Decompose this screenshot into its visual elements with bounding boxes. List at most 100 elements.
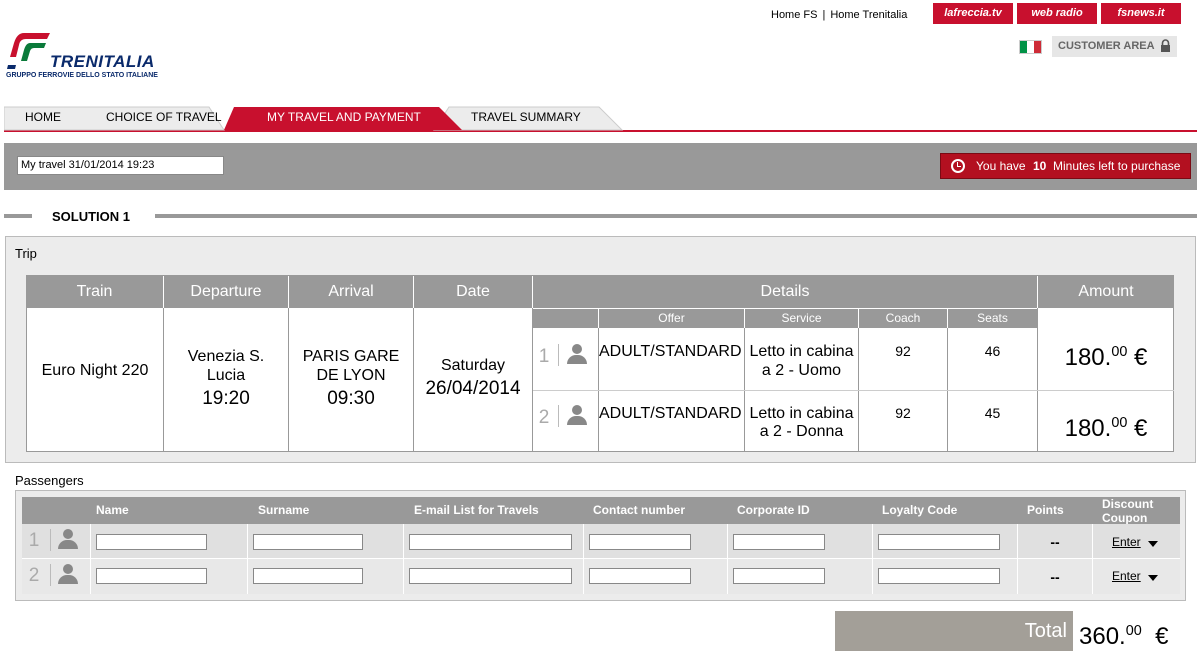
person-icon: [57, 528, 79, 550]
train-header: Train: [26, 275, 163, 308]
divider: [872, 524, 873, 594]
timer-minutes: 10: [1033, 159, 1047, 173]
corporate-id-input[interactable]: [733, 534, 825, 550]
surname-input[interactable]: [253, 568, 363, 584]
divider: [155, 214, 1197, 218]
tab-travel-summary[interactable]: TRAVEL SUMMARY: [471, 105, 581, 130]
total-amount: 360.00 €: [1073, 611, 1185, 651]
link-separator: |: [822, 9, 826, 21]
details-header: Details: [533, 275, 1037, 308]
loyalty-code-input[interactable]: [878, 534, 1000, 550]
detail-seats: 45: [984, 405, 1001, 421]
solution-title: SOLUTION 1: [52, 209, 131, 224]
divider: [50, 564, 51, 586]
tab-my-travel-and-payment[interactable]: MY TRAVEL AND PAYMENT: [267, 105, 421, 130]
timer-prefix: You have: [976, 159, 1026, 173]
departure-station-1: Venezia S.: [187, 348, 265, 365]
divider: [727, 524, 728, 594]
arrival-time: 09:30: [327, 388, 375, 409]
surname-input[interactable]: [253, 534, 363, 550]
tab-choice-of-travel[interactable]: CHOICE OF TRAVEL: [106, 105, 222, 130]
points-value: --: [1050, 569, 1060, 585]
divider: [22, 558, 1180, 559]
customer-area-button[interactable]: CUSTOMER AREA: [1052, 36, 1177, 57]
step-tabs: HOME CHOICE OF TRAVEL MY TRAVEL AND PAYM…: [4, 105, 1197, 132]
trip-label: Trip: [15, 246, 37, 261]
clock-icon: [951, 159, 965, 173]
date-day: Saturday: [440, 357, 506, 374]
divider: [558, 344, 559, 366]
discount-header-1: Discount: [1102, 497, 1154, 511]
divider: [50, 529, 51, 551]
divider: [1092, 524, 1093, 594]
tab-home[interactable]: HOME: [25, 105, 61, 130]
train-name: Euro Night 220: [41, 362, 149, 379]
arrival-header: Arrival: [289, 275, 413, 308]
detail-service-1: Letto in cabina: [749, 405, 854, 422]
web-radio-button[interactable]: web radio: [1017, 3, 1097, 24]
passenger-number: 2: [28, 565, 40, 586]
surname-header: Surname: [258, 503, 310, 517]
detail-service-2: a 2 - Donna: [759, 423, 844, 440]
coupon-enter-link[interactable]: Enter: [1112, 569, 1141, 583]
name-input[interactable]: [96, 568, 207, 584]
detail-coach: 92: [895, 343, 911, 359]
coupon-enter-link[interactable]: Enter: [1112, 535, 1141, 549]
detail-amount: 180.00 €: [1064, 415, 1148, 442]
date-header: Date: [414, 275, 532, 308]
person-icon: [566, 404, 588, 426]
total-label: Total: [835, 611, 1073, 651]
detail-service-2: a 2 - Uomo: [761, 362, 842, 379]
amount-header: Amount: [1038, 275, 1174, 308]
contact-header: Contact number: [593, 503, 686, 517]
chevron-down-icon[interactable]: [1148, 575, 1158, 581]
logo-subtitle: GRUPPO FERROVIE DELLO STATO ITALIANE: [6, 72, 158, 79]
name-input[interactable]: [96, 534, 207, 550]
email-input[interactable]: [409, 568, 572, 584]
departure-station-2: Lucia: [206, 367, 246, 384]
discount-header-2: Coupon: [1102, 511, 1148, 525]
logo-name: TRENITALIA: [50, 52, 155, 71]
lafreccia-tv-button[interactable]: lafreccia.tv: [933, 3, 1013, 24]
detail-seats: 46: [984, 343, 1001, 359]
my-travel-field[interactable]: My travel 31/01/2014 19:23: [17, 156, 224, 175]
home-fs-link[interactable]: Home FS: [771, 9, 817, 21]
fsnews-button[interactable]: fsnews.it: [1101, 3, 1181, 24]
email-input[interactable]: [409, 534, 572, 550]
loyalty-header: Loyalty Code: [882, 503, 958, 517]
departure-header: Departure: [164, 275, 288, 308]
date-value: 26/04/2014: [425, 378, 521, 399]
top-links: Home FS | Home Trenitalia: [771, 9, 907, 21]
detail-coach: 92: [895, 405, 911, 421]
email-header: E-mail List for Travels: [414, 503, 539, 517]
detail-row-number: 2: [538, 407, 550, 428]
arrival-station-1: PARIS GARE: [302, 348, 400, 365]
points-header: Points: [1027, 503, 1064, 517]
loyalty-code-input[interactable]: [878, 568, 1000, 584]
corporate-header: Corporate ID: [737, 503, 810, 517]
divider: [90, 524, 91, 594]
passengers-label: Passengers: [15, 473, 84, 488]
detail-row-number: 1: [538, 346, 550, 367]
detail-service-1: Letto in cabina: [749, 343, 854, 360]
points-value: --: [1050, 534, 1060, 550]
divider: [558, 405, 559, 427]
offer-header: Offer: [599, 309, 744, 328]
chevron-down-icon[interactable]: [1148, 541, 1158, 547]
passenger-number: 1: [28, 530, 40, 551]
person-icon: [566, 343, 588, 365]
coach-header: Coach: [859, 309, 947, 328]
home-trenitalia-link[interactable]: Home Trenitalia: [830, 9, 907, 21]
contact-number-input[interactable]: [589, 568, 691, 584]
subheader-blank: [533, 309, 598, 328]
contact-number-input[interactable]: [589, 534, 691, 550]
italian-flag-icon[interactable]: [1019, 40, 1042, 54]
detail-amount: 180.00 €: [1064, 344, 1148, 371]
arrival-station-2: DE LYON: [316, 367, 386, 384]
service-header: Service: [745, 309, 858, 328]
divider: [583, 524, 584, 594]
purchase-timer: You have 10 Minutes left to purchase: [940, 153, 1191, 179]
corporate-id-input[interactable]: [733, 568, 825, 584]
detail-offer: ADULT/STANDARD: [599, 343, 742, 360]
divider: [533, 390, 1174, 391]
